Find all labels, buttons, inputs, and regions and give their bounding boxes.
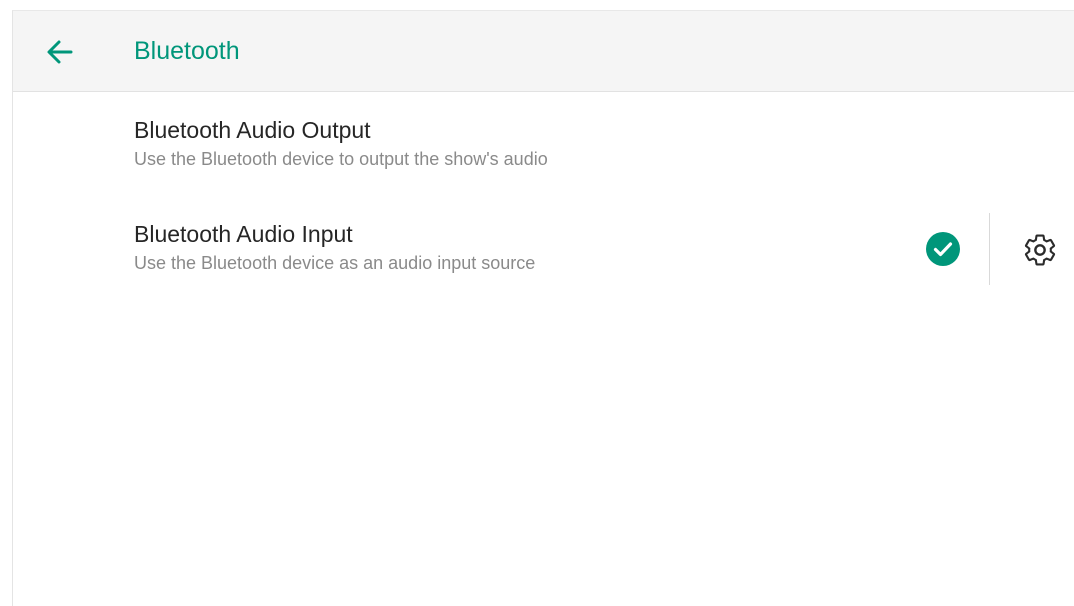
page-title: Bluetooth bbox=[134, 37, 240, 65]
vertical-divider bbox=[989, 213, 990, 285]
arrow-left-icon bbox=[47, 40, 73, 64]
setting-title: Bluetooth Audio Input bbox=[134, 221, 353, 247]
settings-screen: Bluetooth Bluetooth Audio Output Use the… bbox=[12, 10, 1074, 606]
check-circle-icon bbox=[926, 232, 960, 266]
app-bar: Bluetooth bbox=[13, 11, 1074, 92]
setting-text: Bluetooth Audio Input Use the Bluetooth … bbox=[134, 219, 535, 275]
setting-title: Bluetooth Audio Output bbox=[134, 117, 371, 143]
audio-input-settings-button[interactable] bbox=[1021, 231, 1059, 269]
setting-item-audio-output[interactable]: Bluetooth Audio Output Use the Bluetooth… bbox=[13, 93, 1074, 189]
setting-subtitle: Use the Bluetooth device to output the s… bbox=[134, 149, 548, 169]
setting-subtitle: Use the Bluetooth device as an audio inp… bbox=[134, 253, 536, 273]
gear-icon bbox=[1024, 234, 1056, 266]
setting-item-audio-input[interactable]: Bluetooth Audio Input Use the Bluetooth … bbox=[13, 197, 1074, 293]
back-button[interactable] bbox=[43, 35, 77, 69]
setting-text: Bluetooth Audio Output Use the Bluetooth… bbox=[134, 115, 548, 171]
